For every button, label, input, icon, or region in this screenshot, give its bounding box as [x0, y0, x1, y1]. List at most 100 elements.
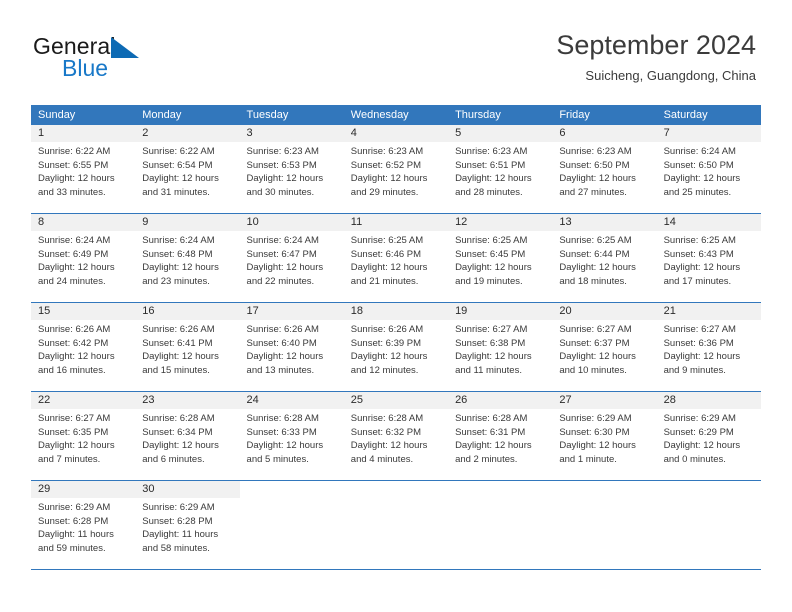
- daylight-text-line1: Daylight: 12 hours: [663, 262, 741, 274]
- brand-logo[interactable]: General Blue: [33, 33, 233, 85]
- sunrise-text: Sunrise: 6:23 AM: [559, 146, 632, 157]
- daylight-text-line1: Daylight: 12 hours: [38, 173, 115, 185]
- daylight-text-line1: Daylight: 12 hours: [455, 351, 532, 363]
- calendar-day-cell[interactable]: 18 Sunrise: 6:26 AM Sunset: 6:39 PM Dayligh…: [343, 303, 449, 391]
- calendar-day-cell[interactable]: 1 Sunrise: 6:22 AM Sunset: 6:55 PM Daylight…: [31, 125, 136, 213]
- sunset-text: Sunset: 6:30 PM: [559, 426, 630, 438]
- calendar-day-cell[interactable]: 5 Sunrise: 6:23 AM Sunset: 6:51 PM Daylight…: [448, 125, 553, 213]
- day-details: Sunrise: 6:25 AM Sunset: 6:46 PM Daylight:…: [344, 231, 448, 288]
- calendar-day-cell[interactable]: 21 Sunrise: 6:27 AM Sunset: 6:36 PM Dayligh…: [656, 303, 761, 391]
- sunrise-text: Sunrise: 6:23 AM: [455, 146, 528, 157]
- calendar-day-cell[interactable]: 30 Sunrise: 6:29 AM Sunset: 6:28 PM Dayligh…: [135, 481, 240, 569]
- calendar-day-cell[interactable]: 24 Sunrise: 6:28 AM Sunset: 6:33 PM Dayligh…: [239, 392, 344, 480]
- daylight-text-line2: and 11 minutes.: [455, 364, 522, 376]
- daylight-text-line2: and 27 minutes.: [559, 186, 627, 198]
- sunset-text: Sunset: 6:28 PM: [142, 515, 213, 527]
- sunrise-text: Sunrise: 6:24 AM: [663, 146, 736, 157]
- page-subtitle: Suicheng, Guangdong, China: [585, 68, 756, 83]
- sunrise-text: Sunrise: 6:25 AM: [559, 235, 632, 246]
- daylight-text-line2: and 18 minutes.: [559, 275, 627, 287]
- daylight-text-line1: Daylight: 11 hours: [142, 529, 219, 541]
- calendar-day-cell[interactable]: 22 Sunrise: 6:27 AM Sunset: 6:35 PM Dayligh…: [31, 392, 136, 480]
- calendar-day-cell[interactable]: 20 Sunrise: 6:27 AM Sunset: 6:37 PM Dayligh…: [552, 303, 657, 391]
- daylight-text-line1: Daylight: 12 hours: [350, 440, 428, 452]
- page-title: September 2024: [556, 30, 756, 60]
- sunrise-text: Sunrise: 6:25 AM: [350, 235, 424, 246]
- day-details: Sunrise: 6:27 AM Sunset: 6:38 PM Daylight:…: [448, 320, 552, 377]
- calendar-day-cell[interactable]: 23 Sunrise: 6:28 AM Sunset: 6:34 PM Dayligh…: [135, 392, 240, 480]
- day-number: 30: [135, 481, 240, 498]
- calendar-day-empty: [343, 481, 449, 569]
- calendar-day-cell[interactable]: 27 Sunrise: 6:29 AM Sunset: 6:30 PM Dayligh…: [552, 392, 657, 480]
- day-details: Sunrise: 6:23 AM Sunset: 6:52 PM Daylight:…: [344, 142, 448, 199]
- sunset-text: Sunset: 6:52 PM: [350, 159, 422, 171]
- daylight-text-line2: and 16 minutes.: [38, 364, 106, 376]
- daylight-text-line2: and 24 minutes.: [38, 275, 106, 287]
- calendar-day-empty: [239, 481, 344, 569]
- weekday-header-thursday: Thursday: [455, 109, 501, 121]
- day-number: 1: [31, 125, 136, 142]
- calendar-day-cell[interactable]: 10 Sunrise: 6:24 AM Sunset: 6:47 PM Dayligh…: [239, 214, 344, 302]
- calendar-day-cell[interactable]: 28 Sunrise: 6:29 AM Sunset: 6:29 PM Dayligh…: [656, 392, 761, 480]
- calendar-day-cell[interactable]: 17 Sunrise: 6:26 AM Sunset: 6:40 PM Dayligh…: [239, 303, 344, 391]
- calendar-day-empty: [448, 481, 553, 569]
- daylight-text-line2: and 0 minutes.: [663, 453, 726, 465]
- sunset-text: Sunset: 6:29 PM: [663, 426, 734, 438]
- daylight-text-line2: and 6 minutes.: [142, 453, 205, 465]
- calendar-week-row: 8 Sunrise: 6:24 AM Sunset: 6:49 PM Daylight…: [31, 214, 761, 303]
- weekday-header-friday: Friday: [559, 109, 590, 121]
- calendar-day-cell[interactable]: 14 Sunrise: 6:25 AM Sunset: 6:43 PM Dayligh…: [656, 214, 761, 302]
- day-details: Sunrise: 6:28 AM Sunset: 6:32 PM Daylight:…: [344, 409, 448, 466]
- sunrise-text: Sunrise: 6:28 AM: [455, 413, 528, 424]
- sunset-text: Sunset: 6:53 PM: [246, 159, 317, 171]
- calendar-day-cell[interactable]: 7 Sunrise: 6:24 AM Sunset: 6:50 PM Daylight…: [656, 125, 761, 213]
- calendar-day-cell[interactable]: 16 Sunrise: 6:26 AM Sunset: 6:41 PM Dayligh…: [135, 303, 240, 391]
- day-details: Sunrise: 6:24 AM Sunset: 6:50 PM Daylight:…: [657, 142, 761, 199]
- daylight-text-line2: and 12 minutes.: [350, 364, 419, 376]
- day-details: Sunrise: 6:29 AM Sunset: 6:30 PM Daylight:…: [552, 409, 656, 466]
- calendar-day-cell[interactable]: 13 Sunrise: 6:25 AM Sunset: 6:44 PM Dayligh…: [552, 214, 657, 302]
- calendar-day-cell[interactable]: 9 Sunrise: 6:24 AM Sunset: 6:48 PM Daylight…: [135, 214, 240, 302]
- sunrise-text: Sunrise: 6:27 AM: [663, 324, 736, 335]
- day-number: 2: [135, 125, 240, 142]
- sunrise-text: Sunrise: 6:28 AM: [142, 413, 215, 424]
- day-details: Sunrise: 6:29 AM Sunset: 6:28 PM Daylight:…: [31, 498, 135, 555]
- sunrise-text: Sunrise: 6:25 AM: [455, 235, 528, 246]
- calendar-day-cell[interactable]: 15 Sunrise: 6:26 AM Sunset: 6:42 PM Dayligh…: [31, 303, 136, 391]
- day-details: Sunrise: 6:28 AM Sunset: 6:33 PM Daylight:…: [240, 409, 344, 466]
- calendar-week-row: 15 Sunrise: 6:26 AM Sunset: 6:42 PM Dayligh…: [31, 303, 761, 392]
- sunrise-text: Sunrise: 6:22 AM: [142, 146, 215, 157]
- calendar-day-cell[interactable]: 25 Sunrise: 6:28 AM Sunset: 6:32 PM Dayligh…: [343, 392, 449, 480]
- day-number: 24: [239, 392, 344, 409]
- calendar-day-empty: [552, 481, 657, 569]
- sunrise-text: Sunrise: 6:26 AM: [142, 324, 215, 335]
- day-details: Sunrise: 6:26 AM Sunset: 6:39 PM Daylight:…: [344, 320, 448, 377]
- calendar-day-cell[interactable]: 4 Sunrise: 6:23 AM Sunset: 6:52 PM Daylight…: [343, 125, 449, 213]
- daylight-text-line1: Daylight: 12 hours: [246, 440, 324, 452]
- calendar-day-cell[interactable]: 2 Sunrise: 6:22 AM Sunset: 6:54 PM Daylight…: [135, 125, 240, 213]
- daylight-text-line1: Daylight: 12 hours: [455, 440, 532, 452]
- sunset-text: Sunset: 6:47 PM: [246, 248, 317, 260]
- sunrise-text: Sunrise: 6:25 AM: [663, 235, 736, 246]
- sunset-text: Sunset: 6:41 PM: [142, 337, 213, 349]
- calendar-day-cell[interactable]: 12 Sunrise: 6:25 AM Sunset: 6:45 PM Dayligh…: [448, 214, 553, 302]
- daylight-text-line1: Daylight: 12 hours: [350, 351, 428, 363]
- sunset-text: Sunset: 6:45 PM: [455, 248, 526, 260]
- sunrise-text: Sunrise: 6:28 AM: [246, 413, 319, 424]
- calendar-day-cell[interactable]: 26 Sunrise: 6:28 AM Sunset: 6:31 PM Dayligh…: [448, 392, 553, 480]
- sunset-text: Sunset: 6:38 PM: [455, 337, 526, 349]
- calendar-day-cell[interactable]: 11 Sunrise: 6:25 AM Sunset: 6:46 PM Dayligh…: [343, 214, 449, 302]
- daylight-text-line2: and 5 minutes.: [246, 453, 309, 465]
- day-number: 3: [239, 125, 344, 142]
- calendar-day-cell[interactable]: 3 Sunrise: 6:23 AM Sunset: 6:53 PM Daylight…: [239, 125, 344, 213]
- day-number: 27: [552, 392, 657, 409]
- calendar-day-cell[interactable]: 8 Sunrise: 6:24 AM Sunset: 6:49 PM Daylight…: [31, 214, 136, 302]
- sunset-text: Sunset: 6:54 PM: [142, 159, 213, 171]
- calendar-day-cell[interactable]: 6 Sunrise: 6:23 AM Sunset: 6:50 PM Daylight…: [552, 125, 657, 213]
- calendar-day-cell[interactable]: 19 Sunrise: 6:27 AM Sunset: 6:38 PM Dayligh…: [448, 303, 553, 391]
- calendar-week-row: 1 Sunrise: 6:22 AM Sunset: 6:55 PM Daylight…: [31, 125, 761, 214]
- calendar-day-empty: [656, 481, 761, 569]
- day-details: Sunrise: 6:23 AM Sunset: 6:50 PM Daylight:…: [552, 142, 656, 199]
- day-number: 5: [448, 125, 553, 142]
- calendar-day-cell[interactable]: 29 Sunrise: 6:29 AM Sunset: 6:28 PM Dayligh…: [31, 481, 136, 569]
